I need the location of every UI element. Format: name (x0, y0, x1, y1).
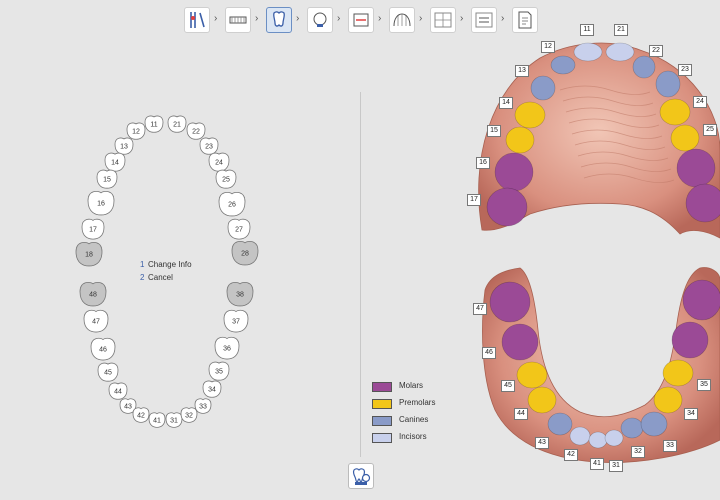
model-label-25: 25 (703, 124, 717, 136)
model-label-12: 12 (541, 41, 555, 53)
model-label-44: 44 (514, 408, 528, 420)
tooth-settings-button[interactable] (348, 463, 374, 489)
model-label-32: 32 (631, 446, 645, 458)
upper-model-tooth[interactable] (550, 55, 576, 75)
legend-label: Incisors (399, 432, 427, 441)
tooth-settings-icon (352, 468, 371, 485)
legend-swatch (372, 382, 392, 392)
lower-model-tooth[interactable] (527, 386, 557, 414)
model-label-24: 24 (693, 96, 707, 108)
upper-model-tooth[interactable] (676, 148, 716, 188)
model-label-34: 34 (684, 408, 698, 420)
model-label-47: 47 (473, 303, 487, 315)
upper-model-tooth[interactable] (494, 152, 534, 192)
upper-model-tooth[interactable] (505, 126, 535, 154)
upper-model-tooth[interactable] (605, 42, 635, 62)
lower-model-tooth[interactable] (662, 359, 694, 387)
lower-model-tooth[interactable] (620, 417, 644, 439)
model-label-15: 15 (487, 125, 501, 137)
model-label-45: 45 (501, 380, 515, 392)
model-label-23: 23 (678, 64, 692, 76)
model-3d-view[interactable] (0, 0, 720, 500)
legend-swatch (372, 416, 392, 426)
model-label-22: 22 (649, 45, 663, 57)
model-label-31: 31 (609, 460, 623, 472)
lower-model-tooth[interactable] (569, 426, 591, 446)
model-label-43: 43 (535, 437, 549, 449)
lower-model-tooth[interactable] (604, 429, 624, 447)
upper-model-tooth[interactable] (514, 101, 546, 129)
legend-label: Molars (399, 381, 424, 390)
lower-model-tooth[interactable] (682, 279, 720, 321)
model-label-41: 41 (590, 458, 604, 470)
lower-model-tooth[interactable] (547, 412, 573, 436)
lower-model-tooth[interactable] (489, 281, 531, 323)
lower-model-tooth[interactable] (588, 431, 608, 449)
lower-model-tooth[interactable] (653, 386, 683, 414)
model-label-14: 14 (499, 97, 513, 109)
model-label-16: 16 (476, 157, 490, 169)
upper-model-tooth[interactable] (530, 75, 556, 101)
model-label-21: 21 (614, 24, 628, 36)
upper-model-tooth[interactable] (659, 98, 691, 126)
legend-label: Canines (399, 415, 429, 424)
model-label-46: 46 (482, 347, 496, 359)
model-label-42: 42 (564, 449, 578, 461)
legend-swatch (372, 399, 392, 409)
model-label-33: 33 (663, 440, 677, 452)
upper-model-tooth[interactable] (486, 187, 528, 227)
model-label-35: 35 (697, 379, 711, 391)
model-label-17: 17 (467, 194, 481, 206)
upper-model-tooth[interactable] (655, 70, 681, 98)
legend-swatch (372, 433, 392, 443)
upper-model-tooth[interactable] (632, 55, 656, 79)
lower-model-tooth[interactable] (516, 361, 548, 389)
lower-model-tooth[interactable] (671, 321, 709, 359)
upper-model-tooth[interactable] (685, 183, 720, 223)
model-label-11: 11 (580, 24, 594, 36)
lower-model-tooth[interactable] (501, 323, 539, 361)
upper-model-tooth[interactable] (670, 124, 700, 152)
lower-model-tooth[interactable] (640, 411, 668, 437)
lower-jaw-model[interactable] (482, 267, 720, 463)
upper-model-tooth[interactable] (573, 42, 603, 62)
legend-label: Premolars (399, 398, 436, 407)
model-label-13: 13 (515, 65, 529, 77)
